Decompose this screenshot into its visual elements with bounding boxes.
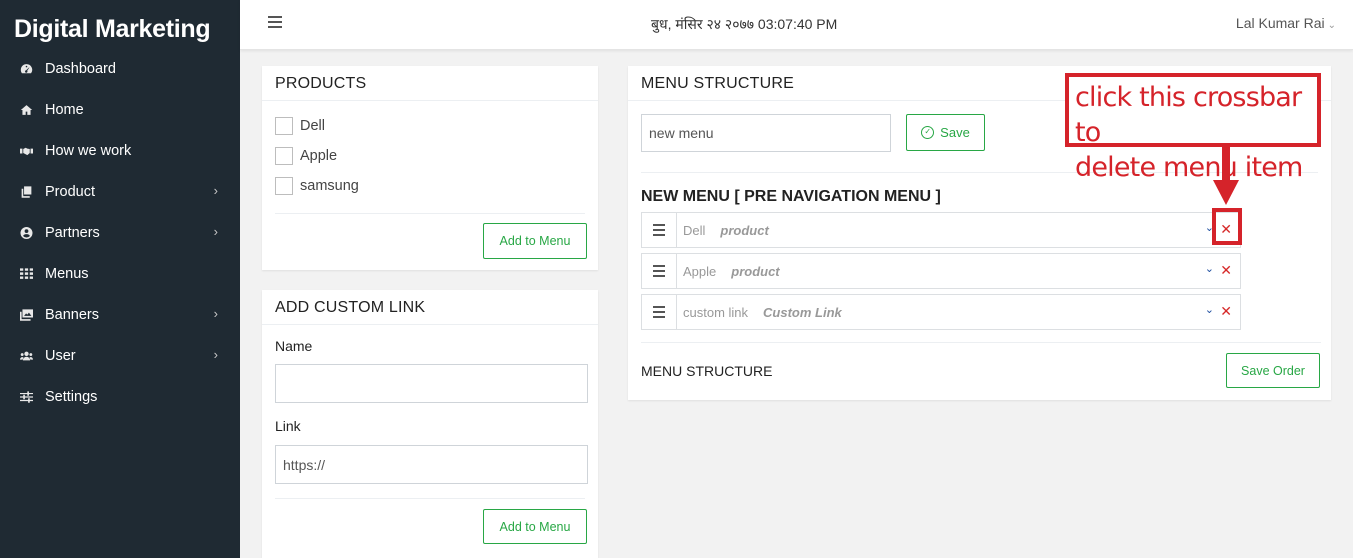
checkbox[interactable] [275,117,293,135]
user-name: Lal Kumar Rai [1235,15,1325,31]
sidebar-item-label: Partners [45,224,100,241]
products-title: PRODUCTS [262,66,598,101]
home-icon [19,104,33,116]
save-label: Save [940,125,970,140]
divider [275,213,585,214]
checkbox[interactable] [275,177,293,195]
menu-heading: NEW MENU [ PRE NAVIGATION MENU ] [641,188,941,205]
product-option-samsung[interactable]: samsung [262,171,598,201]
custom-link-card: ADD CUSTOM LINK Name Link https:// Add t… [262,290,598,558]
menu-item-type: product [731,263,780,279]
chevron-right-icon: › [213,224,218,239]
chevron-right-icon: › [213,306,218,321]
sidebar-nav: Dashboard Home How we work Product › Par… [0,48,240,417]
sliders-icon [19,390,33,403]
product-option-label: Apple [300,148,338,164]
drag-handle-icon[interactable] [642,213,677,247]
menu-name-input[interactable]: new menu [641,114,891,152]
divider [275,498,585,499]
copy-icon [19,185,33,198]
link-input[interactable]: https:// [275,445,588,484]
menu-structure-footer-label: MENU STRUCTURE [641,363,773,379]
sidebar-item-how-we-work[interactable]: How we work [0,130,240,171]
save-menu-button[interactable]: ✓ Save [906,114,985,151]
menu-item-row[interactable]: custom link Custom Link ⌄ ✕ [641,294,1241,330]
annotation-highlight-box [1212,208,1242,245]
sidebar-item-partners[interactable]: Partners › [0,212,240,253]
sidebar-item-label: Dashboard [45,60,116,77]
annotation-callout: click this crossbar to delete menu item [1065,73,1321,183]
link-label: Link [275,418,301,434]
chevron-down-icon: ⌄ [1327,20,1336,31]
menu-item-type: Custom Link [763,304,842,320]
product-option-label: Dell [300,118,325,134]
save-order-button[interactable]: Save Order [1226,353,1320,388]
product-option-apple[interactable]: Apple [262,141,598,171]
sidebar-item-user[interactable]: User › [0,335,240,376]
handshake-icon [19,145,33,157]
grid-icon [19,267,33,280]
chevron-right-icon: › [213,347,218,362]
menu-item-name: Dell [683,222,706,238]
annotation-line-1: click this crossbar to [1075,82,1302,148]
sidebar: Digital Marketing Dashboard Home How we … [0,0,240,558]
images-icon [19,308,33,321]
add-products-to-menu-button[interactable]: Add to Menu [483,223,587,259]
chevron-down-icon[interactable]: ⌄ [1205,262,1214,275]
sidebar-item-home[interactable]: Home [0,89,240,130]
name-label: Name [275,338,313,354]
name-input[interactable] [275,364,588,403]
check-circle-icon: ✓ [921,126,935,139]
sidebar-item-dashboard[interactable]: Dashboard [0,48,240,89]
sidebar-item-menus[interactable]: Menus [0,253,240,294]
menu-item-row[interactable]: Dell product ⌄ ✕ [641,212,1241,248]
sidebar-item-label: Settings [45,388,98,405]
menu-item-name: Apple [683,263,717,279]
dashboard-icon [19,63,33,75]
annotation-arrow-head [1213,180,1239,205]
product-option-label: samsung [300,178,359,194]
menu-item-name: custom link [683,304,749,320]
sidebar-item-label: How we work [45,142,132,159]
sidebar-item-label: Home [45,101,84,118]
custom-link-title: ADD CUSTOM LINK [262,290,598,325]
sidebar-item-banners[interactable]: Banners › [0,294,240,335]
delete-x-icon[interactable]: ✕ [1220,303,1232,320]
annotation-line-2: delete menu item [1075,152,1303,183]
product-option-dell[interactable]: Dell [262,111,598,141]
users-icon [19,350,33,362]
add-custom-link-button[interactable]: Add to Menu [483,509,587,544]
delete-x-icon[interactable]: ✕ [1220,262,1232,279]
user-circle-icon [19,226,33,239]
menu-item-row[interactable]: Apple product ⌄ ✕ [641,253,1241,289]
checkbox[interactable] [275,147,293,165]
brand-title[interactable]: Digital Marketing [0,0,240,48]
date-time-display: बुध, मंसिर २४ २०७७ 03:07:40 PM [651,16,838,32]
sidebar-item-settings[interactable]: Settings [0,376,240,417]
sidebar-item-label: User [45,347,76,364]
sidebar-item-label: Menus [45,265,89,282]
sidebar-item-label: Banners [45,306,100,323]
sidebar-item-label: Product [45,183,95,200]
drag-handle-icon[interactable] [642,254,677,288]
user-menu[interactable]: Lal Kumar Rai ⌄ [1236,15,1336,31]
menu-item-type: product [720,222,769,238]
sidebar-item-product[interactable]: Product › [0,171,240,212]
chevron-right-icon: › [213,183,218,198]
hamburger-menu-icon[interactable] [268,16,282,28]
products-card: PRODUCTS Dell Apple samsung Add to Menu [262,66,598,270]
chevron-down-icon[interactable]: ⌄ [1205,303,1214,316]
top-bar: बुध, मंसिर २४ २०७७ 03:07:40 PM Lal Kumar… [240,0,1353,50]
drag-handle-icon[interactable] [642,295,677,329]
divider [641,342,1321,343]
annotation-arrow-shaft [1222,147,1230,182]
